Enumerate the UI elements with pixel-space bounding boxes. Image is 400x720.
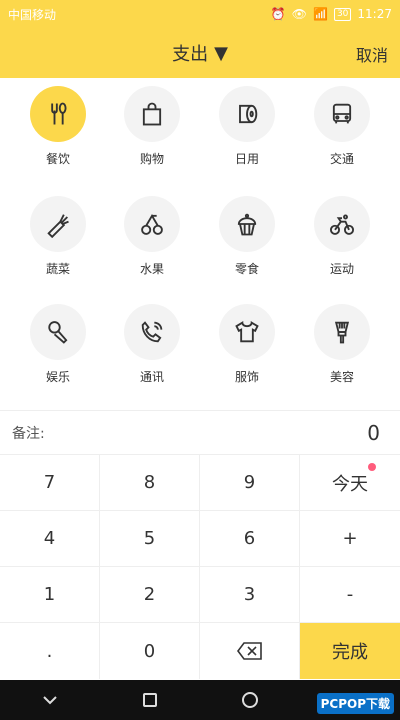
toilet-paper-icon [219,86,275,142]
chevron-down-icon [43,696,57,705]
back-button[interactable] [0,695,100,705]
recents-button[interactable] [100,692,200,708]
bicycle-icon [314,196,370,252]
backspace-button[interactable] [200,623,300,679]
key-9[interactable]: 9 [200,455,300,511]
home-button[interactable] [200,691,300,709]
category-food[interactable]: 餐饮 [18,80,98,180]
key-dot[interactable]: . [0,623,100,679]
notification-dot [368,463,376,471]
cancel-button[interactable]: 取消 [356,42,388,66]
key-0[interactable]: 0 [100,623,200,679]
category-snacks[interactable]: 零食 [207,190,287,290]
key-3[interactable]: 3 [200,567,300,623]
cupcake-icon [219,196,275,252]
key-5[interactable]: 5 [100,511,200,567]
category-clothing[interactable]: 服饰 [207,298,287,398]
eye-icon: 👁 [291,7,307,21]
tshirt-icon [219,304,275,360]
page-title: 支出 [172,44,209,65]
cherry-icon [124,196,180,252]
status-bar: 中国移动 ⏰ 👁 📶 30 11:27 [0,0,400,28]
category-vegetables[interactable]: 蔬菜 [18,190,98,290]
category-telecom[interactable]: 通讯 [112,298,192,398]
category-fruit[interactable]: 水果 [112,190,192,290]
backspace-icon [236,642,262,660]
today-button[interactable]: 今天 [300,455,400,511]
keypad: 7 8 9 今天 4 5 6 + 1 2 3 - . 0 完成 [0,454,400,681]
minus-button[interactable]: - [300,567,400,623]
carrot-icon [30,196,86,252]
key-4[interactable]: 4 [0,511,100,567]
category-grid: 餐饮 购物 日用 交通 蔬菜 水果 零食 运动 娱乐 通讯 服饰 美容 [0,80,400,410]
bus-icon [314,86,370,142]
category-transport[interactable]: 交通 [302,80,382,180]
header: 支出 ▼ 取消 [0,28,400,78]
key-7[interactable]: 7 [0,455,100,511]
status-icons: ⏰ 👁 📶 30 11:27 [271,7,392,21]
brush-icon [314,304,370,360]
key-1[interactable]: 1 [0,567,100,623]
category-entertainment[interactable]: 娱乐 [18,298,98,398]
watermark-logo: PCPOP下载 [316,693,394,714]
wifi-icon: 📶 [313,7,328,21]
caret-down-icon: ▼ [214,42,228,64]
clock: 11:27 [357,7,392,21]
type-selector[interactable]: 支出 ▼ [172,40,228,66]
category-shopping[interactable]: 购物 [112,80,192,180]
carrier: 中国移动 [8,7,57,22]
category-sports[interactable]: 运动 [302,190,382,290]
shopping-bag-icon [124,86,180,142]
phone-icon [124,304,180,360]
done-button[interactable]: 完成 [300,623,400,679]
note-label: 备注: [12,425,45,442]
plus-button[interactable]: + [300,511,400,567]
key-2[interactable]: 2 [100,567,200,623]
amount-display: 0 [367,420,380,445]
utensils-icon [30,86,86,142]
alarm-icon: ⏰ [270,7,286,21]
key-6[interactable]: 6 [200,511,300,567]
note-row[interactable]: 备注: 0 [0,410,400,454]
category-daily[interactable]: 日用 [207,80,287,180]
today-label: 今天 [332,473,368,495]
square-icon [143,693,157,707]
key-8[interactable]: 8 [100,455,200,511]
microphone-icon [30,304,86,360]
circle-icon [242,692,258,708]
battery-icon: 30 [333,7,352,21]
category-beauty[interactable]: 美容 [302,298,382,398]
